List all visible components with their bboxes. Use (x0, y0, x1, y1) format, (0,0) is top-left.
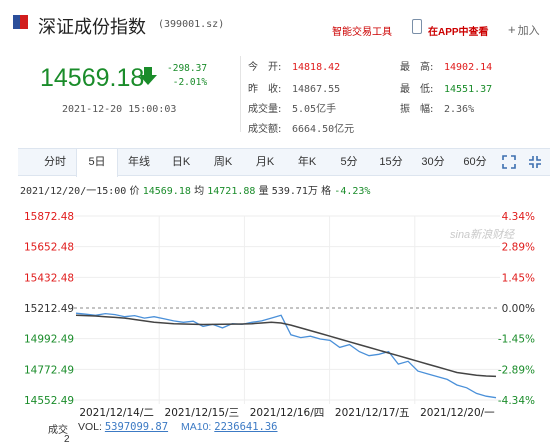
tab-intraday[interactable]: 分时 (34, 149, 76, 176)
x-tick: 2021/12/17/五 (335, 407, 410, 419)
info-vol-label: 量 (258, 186, 269, 197)
price-series-line (75, 312, 497, 399)
y-tick-left: 14552.49 (24, 395, 74, 407)
stat-value: 2.36% (444, 104, 475, 115)
header-bar: 深证成份指数 (399001.sz) 智能交易工具 在APP中查看 + 加入 (0, 0, 550, 48)
y-tick-right: -1.45% (498, 334, 535, 346)
stat-value: 14867.55 (292, 84, 341, 95)
x-tick: 2021/12/14/二 (79, 407, 154, 419)
tab-weekly-k[interactable]: 周K (202, 149, 244, 176)
y-tick-left: 15212.49 (24, 303, 74, 315)
average-series-line (75, 314, 497, 378)
tab-5day[interactable]: 5日 (76, 149, 118, 177)
stock-code: (399001.sz) (158, 19, 225, 30)
page-title: 深证成份指数 (38, 17, 146, 38)
y-tick-right: 1.45% (502, 272, 535, 284)
add-label: 加入 (517, 25, 540, 37)
view-in-app-link[interactable]: 在APP中查看 (428, 23, 489, 38)
stat-low: 最 低: 14551.37 (400, 80, 492, 95)
info-price: 14569.18 (142, 186, 191, 197)
y-tick-right: 4.34% (502, 211, 535, 223)
stat-label: 成交额: (248, 124, 282, 135)
stat-volume: 成交量: 5.05亿手 (248, 100, 336, 115)
y-tick-left: 15872.48 (24, 211, 74, 223)
info-vol: 539.71万 (271, 186, 318, 197)
tab-15min[interactable]: 15分 (370, 149, 412, 176)
change-percent: -2.01% (172, 77, 208, 88)
y-tick-left: 15652.48 (24, 242, 74, 254)
divider (240, 56, 241, 132)
info-pct: -4.23% (334, 186, 371, 197)
tab-daily-k[interactable]: 日K (160, 149, 202, 176)
stat-value: 14902.14 (444, 62, 493, 73)
info-pct-label: 格 (321, 186, 332, 197)
stat-open: 今 开: 14818.42 (248, 58, 340, 73)
stat-label: 最 高: (400, 62, 434, 73)
y-tick-right: 2.89% (502, 242, 535, 254)
stat-value: 14818.42 (292, 62, 341, 73)
stat-label: 成交量: (248, 104, 282, 115)
y-tick-right: 0.00% (502, 303, 535, 315)
x-tick: 2021/12/16/四 (250, 407, 325, 419)
ma10-value[interactable]: 2236641.36 (214, 421, 277, 433)
stat-value: 5.05亿手 (292, 104, 337, 115)
vol-value[interactable]: 5397099.87 (105, 421, 168, 433)
x-tick: 2021/12/20/一 (420, 407, 495, 419)
y-tick-right: -2.89% (498, 364, 535, 376)
sina-watermark: sina新浪财经 (450, 229, 515, 241)
stat-high: 最 高: 14902.14 (400, 58, 492, 73)
quote-datetime: 2021-12-20 15:00:03 (62, 104, 177, 115)
info-time: 2021/12/20/一15:00 (20, 186, 127, 197)
change-amount: -298.37 (167, 63, 208, 74)
tab-monthly-k[interactable]: 月K (244, 149, 286, 176)
volume-line: VOL: 5397099.87 MA10: 2236641.36 (78, 421, 278, 433)
info-avg: 14721.88 (207, 186, 256, 197)
stat-value: 14551.37 (444, 84, 493, 95)
tab-60min[interactable]: 60分 (454, 149, 496, 176)
phone-icon (412, 19, 422, 34)
info-avg-label: 均 (194, 186, 205, 197)
tab-yearline[interactable]: 年线 (118, 149, 160, 176)
tab-5min[interactable]: 5分 (328, 149, 370, 176)
exit-fullscreen-icon[interactable] (528, 155, 542, 169)
ma10-label: MA10: (181, 421, 212, 433)
stat-prev-close: 昨 收: 14867.55 (248, 80, 340, 95)
stat-label: 最 低: (400, 84, 434, 95)
x-tick: 2021/12/15/三 (165, 407, 240, 419)
stat-amplitude: 振 幅: 2.36% (400, 100, 474, 115)
vol-label: VOL: (78, 421, 102, 433)
down-arrow-icon (139, 67, 157, 85)
stat-value: 6664.50亿元 (292, 124, 355, 135)
volume-label-2: 2 (64, 434, 70, 445)
tab-30min[interactable]: 30分 (412, 149, 454, 176)
flag-icon (13, 15, 28, 29)
y-tick-left: 15432.48 (24, 272, 74, 284)
crosshair-info: 2021/12/20/一15:00 价 14569.18 均 14721.88 … (20, 182, 370, 197)
y-tick-left: 14772.49 (24, 364, 74, 376)
period-tab-bar: 分时 5日 年线 日K 周K 月K 年K 5分 15分 30分 60分 (18, 148, 550, 177)
change-values: -298.37 -2.01% (167, 62, 207, 90)
y-tick-right: -4.34% (498, 395, 535, 407)
stat-label: 昨 收: (248, 84, 282, 95)
tab-yearly-k[interactable]: 年K (286, 149, 328, 176)
trading-tools-link[interactable]: 智能交易工具 (332, 23, 392, 38)
plus-icon: + (508, 22, 516, 37)
fullscreen-icon[interactable] (502, 155, 516, 169)
current-price: 14569.18 (40, 64, 145, 92)
y-tick-left: 14992.49 (24, 334, 74, 346)
stat-label: 振 幅: (400, 104, 434, 115)
stat-label: 今 开: (248, 62, 282, 73)
add-button[interactable]: + 加入 (508, 22, 540, 38)
info-price-label: 价 (129, 186, 140, 197)
price-block: 14569.18 -298.37 -2.01% (40, 62, 240, 102)
stat-amount: 成交额: 6664.50亿元 (248, 120, 354, 135)
